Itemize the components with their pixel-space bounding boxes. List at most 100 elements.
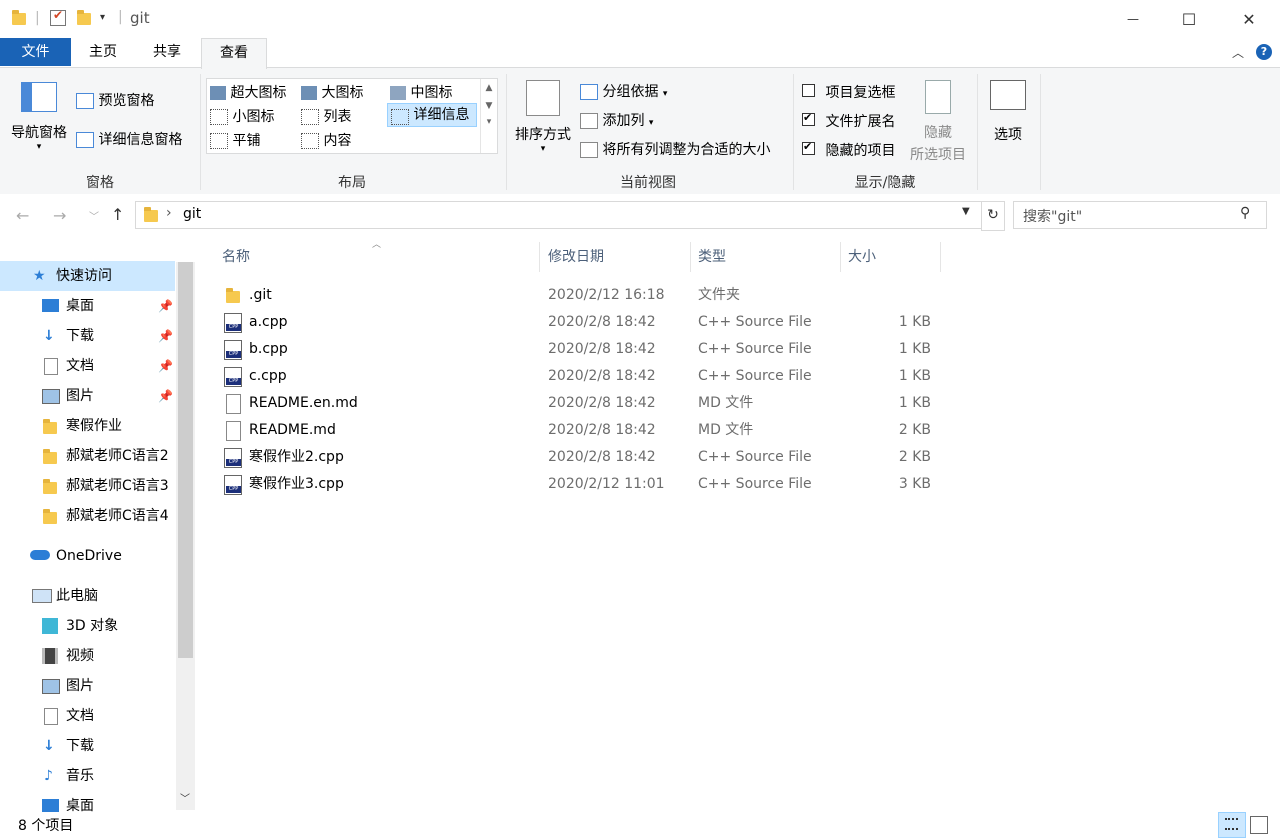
- checkbox[interactable]: [802, 84, 815, 97]
- nav-item-folder[interactable]: 寒假作业: [0, 411, 175, 441]
- column-header-name[interactable]: 名称: [222, 241, 538, 273]
- pin-icon[interactable]: 📌: [158, 321, 173, 351]
- file-row[interactable]: README.md 2020/2/8 18:42 MD 文件 2 KB: [218, 417, 948, 444]
- layout-tiles[interactable]: 平铺: [210, 130, 260, 150]
- layout-list[interactable]: 列表: [301, 106, 351, 126]
- address-dropdown-icon[interactable]: ▼: [962, 206, 970, 217]
- maximize-button[interactable]: ☐: [1166, 0, 1212, 38]
- column-header-type[interactable]: 类型: [698, 241, 838, 273]
- layout-gallery: 超大图标 大图标 中图标 小图标 列表 详细信息 平铺 内容 ▲ ▼ ▾: [206, 78, 498, 154]
- search-input[interactable]: 搜索"git": [1023, 206, 1082, 226]
- tab-file[interactable]: 文件: [0, 38, 71, 66]
- tab-home[interactable]: 主页: [76, 38, 130, 66]
- nav-item-downloads[interactable]: ↓ 下载: [0, 731, 175, 761]
- column-header-size[interactable]: 大小: [848, 241, 938, 273]
- add-columns-button[interactable]: 添加列 ▾: [580, 110, 653, 130]
- nav-quick-access[interactable]: ★ 快速访问: [0, 261, 175, 291]
- small-icons-icon: [210, 109, 228, 125]
- sort-by-button[interactable]: 排序方式 ▾: [512, 76, 574, 166]
- preview-pane-button[interactable]: 预览窗格: [76, 90, 154, 110]
- nav-scrollbar-thumb[interactable]: [178, 262, 193, 658]
- properties-icon[interactable]: ✔: [50, 8, 66, 26]
- up-button[interactable]: ↑: [111, 205, 124, 224]
- checkbox[interactable]: [802, 111, 815, 126]
- nav-this-pc[interactable]: 此电脑: [0, 581, 175, 611]
- nav-onedrive[interactable]: OneDrive: [0, 541, 175, 571]
- forward-button[interactable]: →: [53, 206, 66, 225]
- address-bar[interactable]: › git ▼: [135, 201, 982, 229]
- nav-item-folder[interactable]: 郝斌老师C语言4: [0, 501, 175, 531]
- options-button[interactable]: 选项: [986, 76, 1030, 144]
- nav-item-videos[interactable]: 视频: [0, 641, 175, 671]
- pin-icon[interactable]: 📌: [158, 381, 173, 411]
- text-file-icon: [226, 421, 241, 441]
- tab-share[interactable]: 共享: [140, 38, 194, 66]
- column-divider[interactable]: [840, 242, 841, 272]
- file-row[interactable]: 寒假作业3.cpp 2020/2/12 11:01 C++ Source Fil…: [218, 471, 948, 498]
- item-checkboxes-toggle[interactable]: 项目复选框: [802, 82, 895, 102]
- nav-item-music[interactable]: ♪ 音乐: [0, 761, 175, 791]
- tiles-icon: [210, 133, 228, 149]
- layout-large-icons[interactable]: 大图标: [301, 82, 363, 102]
- details-pane-button[interactable]: 详细信息窗格: [76, 129, 182, 149]
- file-extensions-toggle[interactable]: 文件扩展名: [802, 111, 895, 131]
- help-icon[interactable]: ?: [1256, 44, 1272, 60]
- file-row[interactable]: c.cpp 2020/2/8 18:42 C++ Source File 1 K…: [218, 363, 948, 390]
- pin-icon[interactable]: 📌: [158, 351, 173, 381]
- collapse-ribbon-icon[interactable]: ︿: [1232, 44, 1244, 61]
- file-row[interactable]: .git 2020/2/12 16:18 文件夹: [218, 282, 948, 309]
- nav-item-3d-objects[interactable]: 3D 对象: [0, 611, 175, 641]
- nav-item-folder[interactable]: 郝斌老师C语言2: [0, 441, 175, 471]
- pin-icon[interactable]: 📌: [158, 291, 173, 321]
- file-row[interactable]: README.en.md 2020/2/8 18:42 MD 文件 1 KB: [218, 390, 948, 417]
- file-row[interactable]: 寒假作业2.cpp 2020/2/8 18:42 C++ Source File…: [218, 444, 948, 471]
- checkbox[interactable]: [802, 140, 815, 155]
- cpp-file-icon: [224, 367, 242, 387]
- column-divider[interactable]: [940, 242, 941, 272]
- layout-details[interactable]: 详细信息: [387, 103, 477, 127]
- size-all-columns-button[interactable]: 将所有列调整为合适的大小: [580, 139, 770, 159]
- nav-item-desktop[interactable]: 桌面 📌: [0, 291, 175, 321]
- quick-access-dropdown-icon[interactable]: ▾: [100, 12, 105, 23]
- document-icon: [44, 708, 58, 725]
- nav-item-downloads[interactable]: ↓ 下载 📌: [0, 321, 175, 351]
- gallery-scroll[interactable]: ▲ ▼ ▾: [480, 79, 497, 153]
- chevron-down-icon: ▾: [662, 89, 668, 99]
- column-divider[interactable]: [539, 242, 540, 272]
- large-icons-view-button[interactable]: [1250, 816, 1268, 834]
- hide-selected-button[interactable]: 隐藏 所选项目: [906, 76, 970, 164]
- refresh-button[interactable]: ↻: [981, 201, 1005, 231]
- file-row[interactable]: a.cpp 2020/2/8 18:42 C++ Source File 1 K…: [218, 309, 948, 336]
- hidden-items-toggle[interactable]: 隐藏的项目: [802, 140, 895, 160]
- nav-item-pictures[interactable]: 图片 📌: [0, 381, 175, 411]
- group-by-button[interactable]: 分组依据 ▾: [580, 81, 667, 101]
- layout-content[interactable]: 内容: [301, 130, 351, 150]
- scroll-down-icon[interactable]: ﹀: [180, 790, 190, 805]
- layout-small-icons[interactable]: 小图标: [210, 106, 274, 126]
- column-header-date[interactable]: 修改日期: [548, 241, 688, 273]
- folder-icon: [144, 207, 158, 222]
- title-bar: | ✔ ▾ | git — ☐ ✕: [0, 0, 1280, 38]
- close-button[interactable]: ✕: [1226, 0, 1272, 38]
- search-box[interactable]: 搜索"git" ⚲: [1013, 201, 1267, 229]
- nav-item-documents[interactable]: 文档 📌: [0, 351, 175, 381]
- nav-item-documents[interactable]: 文档: [0, 701, 175, 731]
- group-divider: [1040, 74, 1041, 190]
- recent-locations-chevron-icon[interactable]: ﹀: [89, 208, 99, 223]
- folder-icon: [43, 449, 57, 464]
- details-view-button[interactable]: [1218, 812, 1246, 838]
- tab-view[interactable]: 查看: [201, 38, 267, 69]
- breadcrumb-chevron-icon[interactable]: ›: [166, 205, 172, 221]
- breadcrumb-git[interactable]: git: [183, 206, 201, 222]
- nav-item-folder[interactable]: 郝斌老师C语言3: [0, 471, 175, 501]
- nav-pane-button[interactable]: 导航窗格 ▾: [8, 74, 70, 164]
- nav-item-pictures[interactable]: 图片: [0, 671, 175, 701]
- layout-extra-large-icons[interactable]: 超大图标: [210, 82, 286, 102]
- column-divider[interactable]: [690, 242, 691, 272]
- nav-item-desktop[interactable]: 桌面: [0, 791, 175, 813]
- back-button[interactable]: ←: [16, 206, 29, 225]
- minimize-button[interactable]: —: [1110, 0, 1156, 38]
- extra-large-icons-icon: [210, 86, 226, 100]
- file-row[interactable]: b.cpp 2020/2/8 18:42 C++ Source File 1 K…: [218, 336, 948, 363]
- layout-medium-icons[interactable]: 中图标: [390, 82, 452, 102]
